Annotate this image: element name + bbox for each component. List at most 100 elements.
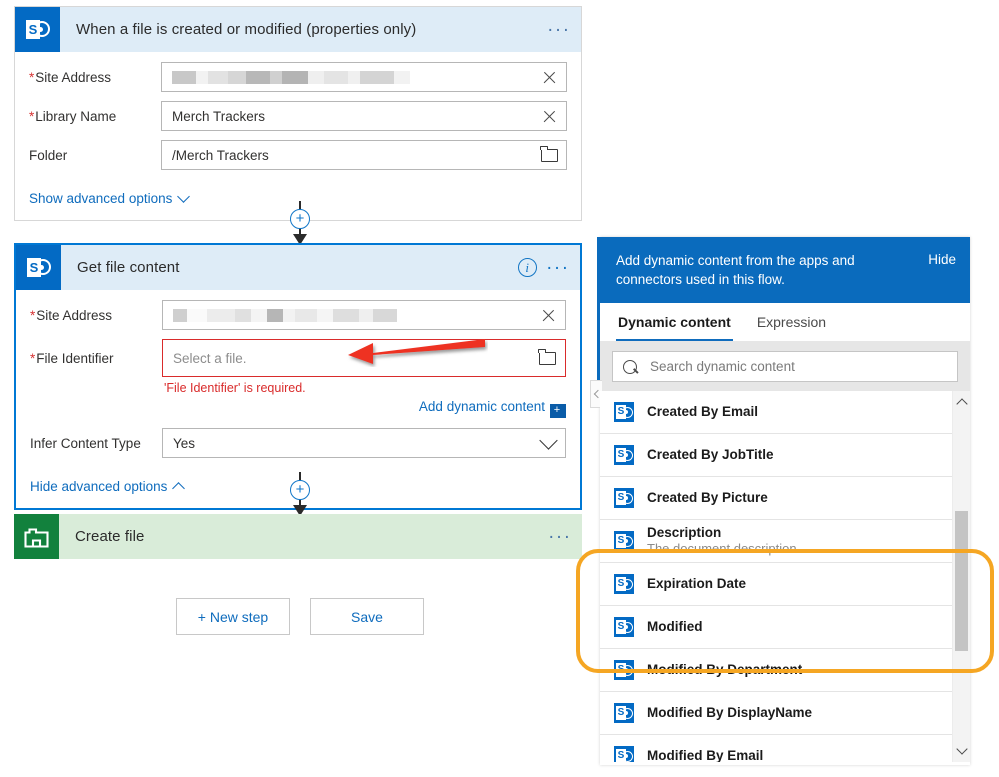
search-icon bbox=[623, 359, 637, 374]
field-infer-content-type: Infer Content Type Yes bbox=[30, 428, 566, 458]
required-star: * bbox=[30, 308, 36, 323]
list-item-name: Created By JobTitle bbox=[647, 447, 774, 462]
list-item-description: The document description bbox=[647, 541, 797, 556]
hide-advanced-options-label: Hide advanced options bbox=[30, 479, 168, 494]
sharepoint-icon: S bbox=[614, 402, 634, 422]
site-address-input-2[interactable] bbox=[162, 300, 566, 330]
flow-canvas: S When a file is created or modified (pr… bbox=[0, 0, 600, 777]
get-file-content-header-actions: i ... bbox=[517, 245, 570, 290]
add-dynamic-content-row: Add dynamic content + bbox=[162, 399, 566, 418]
trigger-card-title: When a file is created or modified (prop… bbox=[76, 21, 417, 38]
create-file-title: Create file bbox=[75, 528, 145, 545]
dynamic-content-search[interactable] bbox=[612, 351, 958, 382]
file-identifier-input[interactable]: Select a file. bbox=[162, 339, 566, 377]
get-file-content-body: *Site Address *File Identifier Select a … bbox=[16, 290, 580, 508]
sharepoint-icon: S bbox=[614, 703, 634, 723]
folder-icon[interactable] bbox=[540, 145, 558, 164]
get-file-content-title: Get file content bbox=[77, 259, 180, 276]
trigger-card[interactable]: S When a file is created or modified (pr… bbox=[14, 6, 582, 221]
add-dynamic-content-link[interactable]: Add dynamic content + bbox=[419, 399, 566, 418]
trigger-card-body: *Site Address *Library Name Merch Tracke… bbox=[15, 52, 581, 220]
list-item-name: Modified bbox=[647, 619, 703, 634]
sharepoint-icon: S bbox=[614, 746, 634, 762]
redacted-value bbox=[173, 308, 397, 322]
show-advanced-options-label: Show advanced options bbox=[29, 191, 173, 206]
clear-x-icon[interactable] bbox=[540, 107, 558, 125]
get-file-content-menu-icon[interactable]: ... bbox=[547, 254, 570, 275]
chevron-up-icon bbox=[172, 482, 186, 495]
trigger-card-header[interactable]: S When a file is created or modified (pr… bbox=[15, 7, 581, 52]
list-item-name: Expiration Date bbox=[647, 576, 747, 591]
dynamic-content-panel: Add dynamic content from the apps and co… bbox=[590, 237, 970, 765]
get-file-content-header[interactable]: S Get file content i ... bbox=[16, 245, 580, 290]
trigger-card-menu-icon[interactable]: ... bbox=[548, 16, 571, 37]
add-icon: + bbox=[550, 404, 566, 418]
list-item[interactable]: S Created By Picture bbox=[600, 477, 970, 520]
show-advanced-options-link[interactable]: Show advanced options bbox=[29, 189, 191, 206]
sharepoint-icon: S bbox=[16, 245, 61, 290]
create-file-header[interactable]: Create file ... bbox=[14, 514, 582, 559]
search-input[interactable] bbox=[648, 358, 947, 375]
flow-action-buttons: + New step Save bbox=[0, 598, 600, 635]
folder-icon[interactable] bbox=[538, 348, 556, 367]
redacted-value bbox=[172, 70, 410, 84]
scrollbar-thumb[interactable] bbox=[955, 511, 968, 651]
create-file-icon bbox=[14, 514, 59, 559]
clear-x-icon[interactable] bbox=[539, 306, 557, 324]
get-file-content-card[interactable]: S Get file content i ... *Site Address *… bbox=[14, 243, 582, 510]
list-item[interactable]: S Description The document description bbox=[600, 520, 970, 563]
hide-panel-link[interactable]: Hide bbox=[928, 251, 956, 267]
tab-expression[interactable]: Expression bbox=[755, 303, 828, 341]
list-item[interactable]: S Created By Email bbox=[600, 391, 970, 434]
dynamic-content-scrollbar[interactable] bbox=[952, 391, 970, 762]
field-library-name: *Library Name Merch Trackers bbox=[29, 101, 567, 131]
library-name-input[interactable]: Merch Trackers bbox=[161, 101, 567, 131]
dynamic-content-list: S Created By Email S Created By JobTitle… bbox=[600, 391, 970, 762]
folder-value: /Merch Trackers bbox=[172, 147, 269, 163]
required-star: * bbox=[29, 70, 35, 85]
field-label-site-address-2: *Site Address bbox=[30, 308, 113, 323]
sharepoint-icon: S bbox=[614, 445, 634, 465]
create-file-card[interactable]: Create file ... bbox=[14, 514, 582, 559]
field-site-address-2: *Site Address bbox=[30, 300, 566, 330]
list-item-name: Description bbox=[647, 525, 722, 540]
field-label-site-address: *Site Address bbox=[29, 70, 112, 85]
folder-input[interactable]: /Merch Trackers bbox=[161, 140, 567, 170]
list-item[interactable]: S Expiration Date bbox=[600, 563, 970, 606]
field-file-identifier: *File Identifier Select a file. 'File Id… bbox=[30, 339, 566, 418]
list-item-name: Created By Email bbox=[647, 404, 759, 419]
list-item[interactable]: S Modified By Department bbox=[600, 649, 970, 692]
file-identifier-error: 'File Identifier' is required. bbox=[164, 381, 306, 395]
save-button[interactable]: Save bbox=[310, 598, 424, 635]
dynamic-content-banner-text: Add dynamic content from the apps and co… bbox=[616, 253, 855, 287]
scroll-up-button[interactable] bbox=[953, 394, 970, 411]
new-step-button[interactable]: + New step bbox=[176, 598, 290, 635]
list-item-name: Modified By DisplayName bbox=[647, 705, 813, 720]
clear-x-icon[interactable] bbox=[540, 68, 558, 86]
dynamic-content-tabs: Dynamic content Expression bbox=[600, 303, 970, 342]
list-item[interactable]: S Modified bbox=[600, 606, 970, 649]
list-item-name: Modified By Email bbox=[647, 748, 764, 762]
list-item[interactable]: S Modified By Email bbox=[600, 735, 970, 762]
chevron-down-icon[interactable] bbox=[538, 431, 558, 452]
sharepoint-icon: S bbox=[614, 531, 634, 551]
field-site-address: *Site Address bbox=[29, 62, 567, 92]
list-item[interactable]: S Modified By DisplayName bbox=[600, 692, 970, 735]
required-star: * bbox=[30, 351, 36, 366]
sharepoint-icon: S bbox=[614, 660, 634, 680]
dynamic-content-search-wrap bbox=[600, 342, 970, 391]
sharepoint-icon: S bbox=[614, 574, 634, 594]
list-item-name: Modified By Department bbox=[647, 662, 803, 677]
hide-advanced-options-link[interactable]: Hide advanced options bbox=[30, 479, 186, 495]
list-item[interactable]: S Created By JobTitle bbox=[600, 434, 970, 477]
required-star: * bbox=[29, 109, 35, 124]
site-address-input[interactable] bbox=[161, 62, 567, 92]
sharepoint-icon: S bbox=[15, 7, 60, 52]
tab-dynamic-content[interactable]: Dynamic content bbox=[616, 303, 733, 341]
info-icon[interactable]: i bbox=[517, 258, 537, 277]
scroll-down-button[interactable] bbox=[953, 742, 970, 759]
create-file-menu-icon[interactable]: ... bbox=[549, 523, 572, 544]
field-label-infer-content-type: Infer Content Type bbox=[30, 436, 141, 451]
infer-content-type-select[interactable]: Yes bbox=[162, 428, 566, 458]
dynamic-content-banner: Add dynamic content from the apps and co… bbox=[600, 237, 970, 303]
